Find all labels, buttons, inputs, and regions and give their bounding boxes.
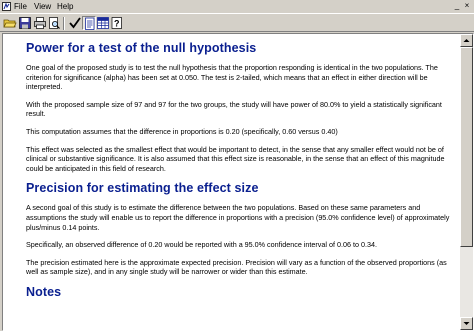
checkmark-icon bbox=[69, 17, 81, 29]
vertical-scrollbar[interactable] bbox=[460, 34, 473, 330]
menu-bar: File View Help _ × bbox=[0, 0, 474, 13]
report-document-frame: Power for a test of the null hypothesis … bbox=[2, 33, 474, 331]
print-button[interactable] bbox=[33, 16, 47, 30]
menu-view[interactable]: View bbox=[34, 1, 51, 12]
toolbar-separator bbox=[63, 17, 65, 30]
help-button[interactable]: ? bbox=[110, 16, 124, 30]
menu-help[interactable]: Help bbox=[57, 1, 73, 12]
help-icon: ? bbox=[111, 17, 122, 29]
print-icon bbox=[34, 17, 46, 29]
minimize-button[interactable]: _ bbox=[452, 1, 462, 11]
report-document[interactable]: Power for a test of the null hypothesis … bbox=[3, 34, 460, 330]
check-button[interactable] bbox=[68, 16, 82, 30]
scroll-down-button[interactable] bbox=[460, 317, 473, 330]
paragraph-power-2: With the proposed sample size of 97 and … bbox=[26, 99, 442, 119]
save-disk-icon bbox=[19, 17, 31, 29]
print-preview-button[interactable] bbox=[47, 16, 61, 30]
table-icon bbox=[97, 17, 109, 29]
scroll-up-button[interactable] bbox=[460, 34, 473, 47]
menu-file[interactable]: File bbox=[14, 1, 27, 12]
report-view-button[interactable] bbox=[82, 16, 96, 30]
table-view-button[interactable] bbox=[96, 16, 110, 30]
save-button[interactable] bbox=[18, 16, 32, 30]
paragraph-power-4: This effect was selected as the smallest… bbox=[26, 144, 445, 173]
paragraph-precision-2: Specifically, an observed difference of … bbox=[26, 240, 377, 250]
app-icon bbox=[2, 2, 11, 11]
section-title-power: Power for a test of the null hypothesis bbox=[26, 41, 257, 55]
toolbar: ? bbox=[0, 13, 474, 32]
section-title-notes: Notes bbox=[26, 284, 62, 299]
close-button[interactable]: × bbox=[462, 1, 472, 11]
svg-text:?: ? bbox=[114, 19, 120, 29]
scroll-thumb[interactable] bbox=[460, 47, 473, 247]
open-button[interactable] bbox=[3, 16, 17, 30]
paragraph-power-1: One goal of the proposed study is to tes… bbox=[26, 63, 438, 92]
section-title-precision: Precision for estimating the effect size bbox=[26, 181, 259, 196]
print-preview-icon bbox=[49, 17, 60, 29]
arrow-up-icon bbox=[463, 39, 470, 42]
paragraph-precision-3: The precision estimated here is the appr… bbox=[26, 257, 447, 277]
document-icon bbox=[85, 17, 95, 30]
paragraph-power-3: This computation assumes that the differ… bbox=[26, 126, 338, 136]
open-folder-icon bbox=[3, 19, 17, 28]
arrow-down-icon bbox=[463, 322, 470, 325]
paragraph-precision-1: A second goal of this study is to estima… bbox=[26, 203, 450, 232]
